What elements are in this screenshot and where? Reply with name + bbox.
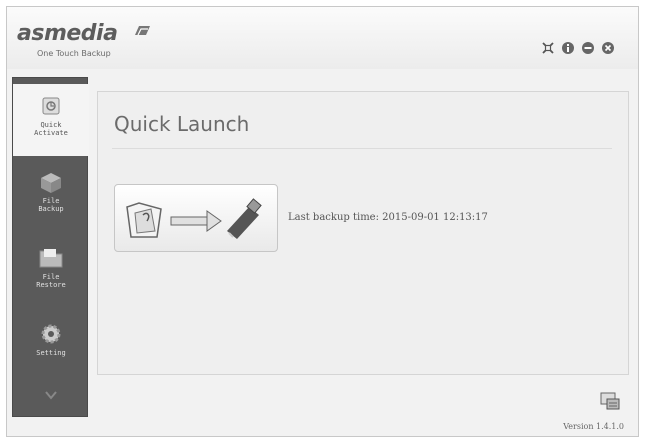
file-restore-icon [39, 249, 63, 268]
sidebar-item-file-restore[interactable]: File Restore [13, 236, 89, 308]
sidebar: Quick Activate File Backup File Restore … [12, 77, 89, 417]
restore-button[interactable] [541, 41, 555, 55]
gear-icon [41, 324, 61, 344]
close-icon [602, 42, 614, 54]
main-panel: Quick Launch Last backup time: 2015-09-0… [97, 91, 629, 375]
info-icon [562, 42, 574, 54]
minimize-button[interactable] [581, 41, 595, 55]
sidebar-item-label: Quick Activate [34, 121, 68, 137]
title-divider [112, 148, 612, 149]
tagline: One Touch Backup [37, 49, 111, 58]
info-button[interactable] [561, 41, 575, 55]
sidebar-item-label: Setting [36, 349, 66, 357]
restore-icon [542, 42, 554, 54]
disk-monitor-icon[interactable] [599, 391, 621, 411]
backup-to-usb-icon [126, 198, 262, 239]
quick-launch-icon [42, 97, 60, 115]
sidebar-item-file-backup[interactable]: File Backup [13, 160, 89, 232]
last-backup-time: Last backup time: 2015-09-01 12:13:17 [288, 212, 488, 223]
logo-flag-icon [135, 26, 150, 36]
chevron-down-icon[interactable] [45, 390, 57, 400]
file-backup-icon [41, 173, 61, 193]
app-window: asmedia One Touch Backup Quick Activate … [6, 6, 639, 437]
sidebar-item-label: File Backup [38, 197, 64, 213]
header: asmedia One Touch Backup [7, 7, 638, 69]
brand-logo: asmedia [17, 21, 118, 46]
minimize-icon [582, 42, 594, 54]
quick-launch-button[interactable] [114, 184, 278, 252]
sidebar-item-setting[interactable]: Setting [13, 312, 89, 384]
sidebar-item-quick-activate[interactable]: Quick Activate [13, 84, 89, 156]
close-button[interactable] [601, 41, 615, 55]
sidebar-item-label: File Restore [36, 273, 66, 289]
version-label: Version 1.4.1.0 [563, 422, 624, 431]
page-title: Quick Launch [114, 112, 250, 136]
